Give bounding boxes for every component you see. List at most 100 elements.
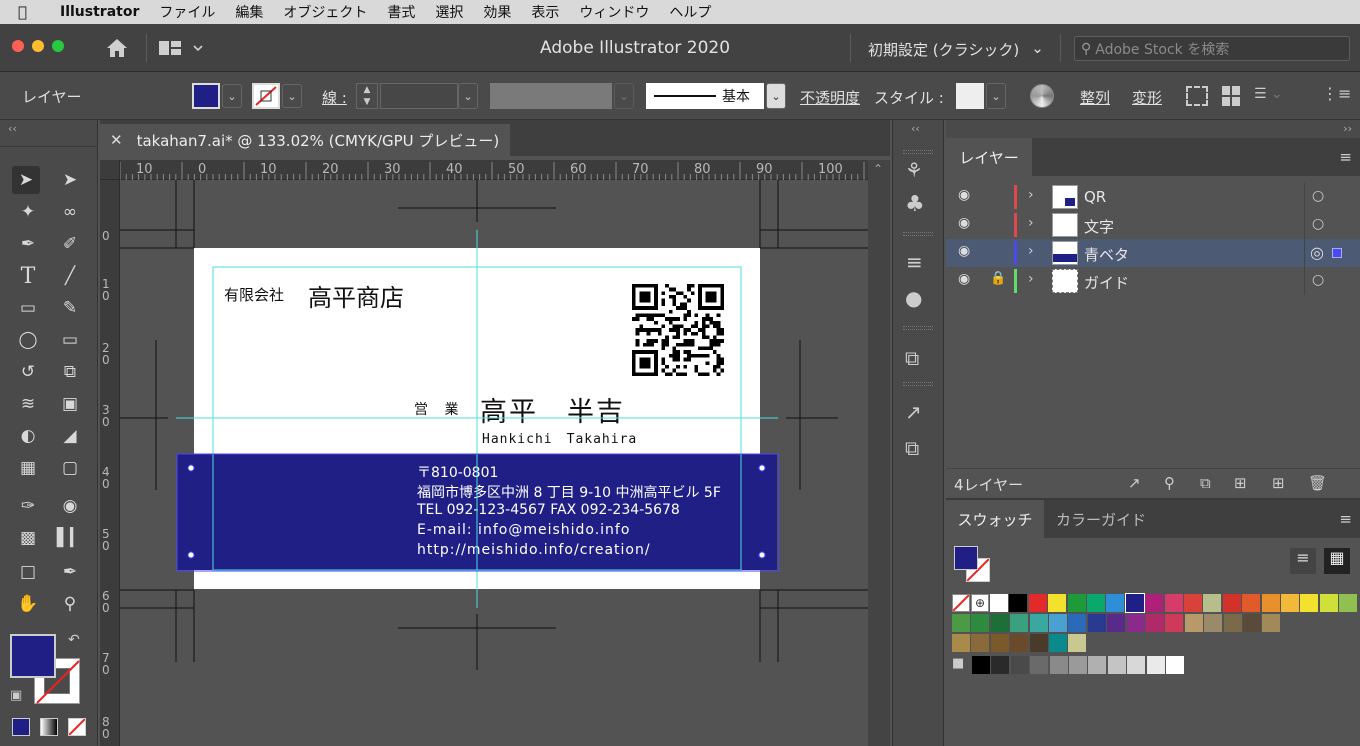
- color-swatch[interactable]: [1068, 614, 1087, 632]
- new-sublayer-icon[interactable]: ⊞: [1234, 474, 1247, 492]
- distribute-icon[interactable]: ☰ ⌄: [1254, 86, 1292, 106]
- rectangle-tool-icon[interactable]: ▭: [14, 294, 42, 322]
- color-swatch[interactable]: [1242, 594, 1261, 612]
- color-swatch[interactable]: [1124, 593, 1145, 613]
- swatch-none[interactable]: [952, 594, 970, 612]
- layer-row-qr[interactable]: ◉ › QR ○: [946, 183, 1360, 211]
- document-tab[interactable]: ✕ takahan7.ai* @ 133.02% (CMYK/GPU プレビュー…: [100, 124, 510, 156]
- color-swatch[interactable]: [1281, 594, 1299, 612]
- menu-window[interactable]: ウィンドウ: [579, 2, 649, 22]
- lasso-tool-icon[interactable]: ∞: [56, 198, 84, 226]
- color-swatch[interactable]: [1165, 614, 1184, 632]
- color-swatch[interactable]: [1300, 594, 1319, 612]
- type-tool-icon[interactable]: T: [14, 262, 42, 290]
- color-swatch[interactable]: [990, 614, 1009, 632]
- opacity-label[interactable]: 不透明度: [800, 87, 860, 108]
- paintbrush-tool-icon[interactable]: ✎: [56, 294, 84, 322]
- stroke-panel-icon[interactable]: ≡: [906, 250, 923, 274]
- eye-icon[interactable]: ◉: [958, 243, 970, 259]
- color-swatch[interactable]: [1203, 594, 1222, 612]
- arrange-grid-icon[interactable]: [1222, 86, 1240, 106]
- eye-icon[interactable]: ◉: [958, 271, 970, 287]
- curvature-tool-icon[interactable]: ✐: [56, 230, 84, 258]
- zoom-tool-icon[interactable]: ⚲: [56, 590, 84, 618]
- scale-tool-icon[interactable]: ⧉: [56, 358, 84, 386]
- panel-menu-icon[interactable]: ≡: [1339, 148, 1352, 166]
- color-swatch[interactable]: [1069, 656, 1087, 674]
- export-icon[interactable]: ↗: [905, 400, 922, 424]
- clipping-mask-icon[interactable]: ⧉: [1200, 474, 1211, 492]
- color-swatch[interactable]: [1029, 634, 1048, 652]
- transparency-icon[interactable]: ●: [905, 286, 922, 310]
- workspace-switcher[interactable]: 初期設定 (クラシック) ⌄: [868, 39, 1044, 60]
- home-icon[interactable]: [104, 36, 130, 60]
- collapse-panel-icon[interactable]: ‹‹: [8, 122, 17, 135]
- apple-icon[interactable]: : [18, 3, 38, 21]
- new-layer-icon[interactable]: ⊞: [1272, 474, 1285, 492]
- panel-menu-icon[interactable]: ⋮≡: [1322, 84, 1351, 103]
- eye-icon[interactable]: ◉: [958, 215, 970, 231]
- color-swatch[interactable]: [1223, 614, 1242, 632]
- zoom-window-button[interactable]: [52, 40, 64, 52]
- hand-tool-icon[interactable]: ✋: [14, 590, 42, 618]
- scroll-up-icon[interactable]: ⌃: [873, 162, 883, 176]
- minimize-window-button[interactable]: [32, 40, 44, 52]
- chevron-right-icon[interactable]: ›: [1028, 271, 1034, 287]
- thumbnail-view-icon[interactable]: ▦: [1324, 548, 1350, 574]
- color-swatch[interactable]: [1028, 594, 1047, 612]
- style-dropdown[interactable]: ⌄: [986, 83, 1006, 109]
- collapse-panel-icon[interactable]: ‹‹: [911, 122, 920, 135]
- layer-row-blue-fill[interactable]: ◉ › 青ベタ ◎: [946, 239, 1360, 267]
- default-colors-icon[interactable]: ▣: [10, 688, 22, 703]
- chevron-right-icon[interactable]: ›: [1028, 187, 1034, 203]
- free-transform-tool-icon[interactable]: ▣: [56, 390, 84, 418]
- collect-export-icon[interactable]: ↗: [1128, 474, 1141, 492]
- search-icon[interactable]: ⚲: [1164, 474, 1175, 492]
- color-swatch[interactable]: [1126, 614, 1145, 632]
- vertical-ruler[interactable]: 0 1 0 2 0 3 0 4 0 5 0 6 0 7 0 8 0: [100, 160, 120, 746]
- menu-type[interactable]: 書式: [387, 2, 415, 22]
- tab-swatches[interactable]: スウォッチ: [946, 500, 1044, 538]
- color-swatch[interactable]: [1106, 594, 1125, 612]
- target-icon[interactable]: ○: [1312, 188, 1324, 204]
- menu-edit[interactable]: 編集: [235, 2, 263, 22]
- color-swatch[interactable]: [1204, 614, 1223, 632]
- eyedropper-tool-icon[interactable]: ✑: [14, 492, 42, 520]
- blend-tool-icon[interactable]: ◉: [56, 492, 84, 520]
- color-swatch[interactable]: [1049, 614, 1067, 632]
- layer-name[interactable]: QR: [1084, 188, 1106, 206]
- color-swatch[interactable]: [1010, 614, 1029, 632]
- line-tool-icon[interactable]: ╱: [56, 262, 84, 290]
- stroke-label[interactable]: 線 :: [322, 87, 347, 108]
- target-selected-icon[interactable]: ◎: [1310, 243, 1324, 262]
- menu-app-name[interactable]: Illustrator: [60, 4, 139, 20]
- menu-object[interactable]: オブジェクト: [283, 2, 367, 22]
- color-swatch[interactable]: [1009, 594, 1028, 612]
- layer-row-guides[interactable]: ◉ 🔒 › ガイド ○: [946, 267, 1360, 295]
- color-swatch[interactable]: [991, 656, 1010, 674]
- brush-dropdown[interactable]: ⌄: [766, 83, 786, 109]
- color-swatch[interactable]: [1164, 594, 1183, 612]
- color-swatch[interactable]: [1261, 594, 1280, 612]
- layer-name[interactable]: 文字: [1084, 216, 1114, 237]
- panel-menu-icon[interactable]: ≡: [1339, 510, 1352, 528]
- isolate-group-icon[interactable]: [1186, 86, 1208, 106]
- none-mode-button[interactable]: [68, 718, 86, 736]
- fill-color-swatch[interactable]: [192, 83, 220, 109]
- eye-icon[interactable]: ◉: [958, 187, 970, 203]
- color-swatch[interactable]: [972, 656, 990, 674]
- asset-export-icon[interactable]: ⧉: [905, 436, 919, 460]
- artboards-icon[interactable]: ⧉: [905, 346, 919, 370]
- rotate-tool-icon[interactable]: ↺: [14, 358, 42, 386]
- target-icon[interactable]: ○: [1312, 272, 1324, 288]
- target-icon[interactable]: ○: [1312, 216, 1324, 232]
- color-swatch[interactable]: [1107, 656, 1126, 674]
- color-swatch[interactable]: [1222, 594, 1241, 612]
- recolor-icon[interactable]: [1030, 84, 1054, 108]
- tab-layers[interactable]: レイヤー: [946, 138, 1032, 176]
- stock-search-field[interactable]: ⚲ Adobe Stock を検索: [1074, 36, 1350, 61]
- ruler-origin[interactable]: [100, 160, 120, 180]
- menu-help[interactable]: ヘルプ: [669, 2, 711, 22]
- chevron-right-icon[interactable]: ›: [1028, 215, 1034, 231]
- chevron-right-icon[interactable]: ›: [1028, 243, 1034, 259]
